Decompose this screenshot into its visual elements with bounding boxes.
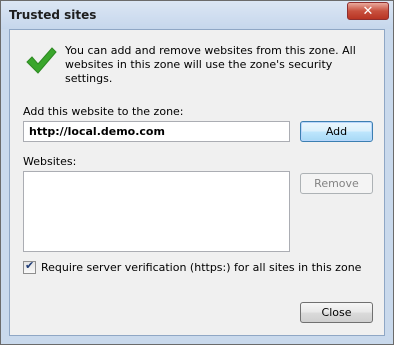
checkbox-check-icon: ✔: [25, 259, 35, 272]
websites-label: Websites:: [23, 155, 77, 168]
website-url-input[interactable]: [23, 121, 290, 142]
title-bar: Trusted sites ✕: [1, 1, 393, 29]
checkmark-icon: [26, 47, 57, 74]
zone-info-text: You can add and remove websites from thi…: [65, 44, 356, 85]
dialog-body: You can add and remove websites from thi…: [9, 29, 385, 336]
remove-button[interactable]: Remove: [300, 173, 373, 194]
require-https-checkbox[interactable]: ✔: [23, 259, 36, 274]
add-button[interactable]: Add: [300, 121, 373, 142]
window-title: Trusted sites: [9, 8, 97, 22]
trusted-sites-dialog: Trusted sites ✕ You can add and remove w…: [0, 0, 394, 345]
window-close-button[interactable]: ✕: [347, 2, 389, 20]
add-website-label: Add this website to the zone:: [23, 105, 184, 118]
require-https-label[interactable]: Require server verification (https:) for…: [41, 261, 361, 274]
websites-list[interactable]: [23, 171, 290, 252]
close-button[interactable]: Close: [300, 302, 373, 323]
